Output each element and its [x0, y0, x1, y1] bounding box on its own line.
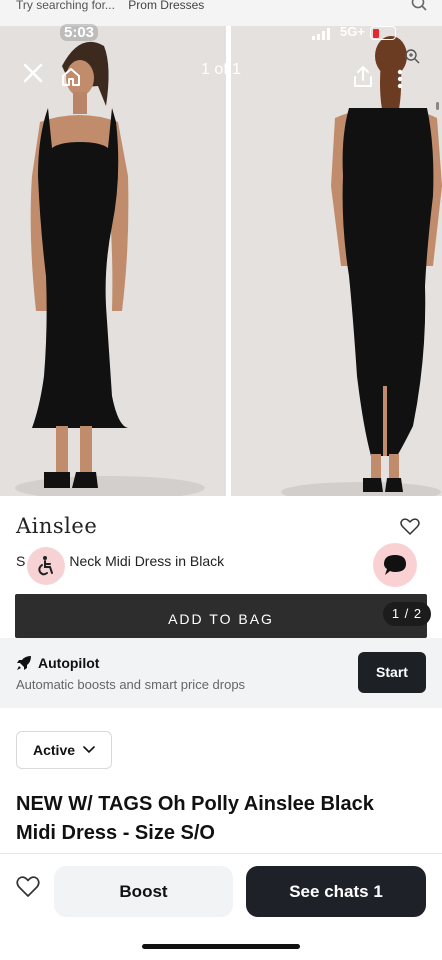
more-icon[interactable]	[396, 68, 404, 95]
zoom-icon[interactable]	[404, 48, 420, 69]
rocket-icon	[16, 655, 32, 676]
chat-button[interactable]	[373, 543, 417, 587]
autopilot-description: Automatic boosts and smart price drops	[16, 677, 246, 692]
favorite-heart-icon[interactable]	[400, 518, 420, 541]
search-placeholder-text: Try searching for...	[16, 0, 115, 12]
boost-button[interactable]: Boost	[54, 866, 233, 917]
autopilot-title: Autopilot	[38, 655, 100, 671]
scroll-indicator	[436, 102, 439, 110]
page-counter-text: 1 of 1	[200, 61, 242, 78]
search-placeholder[interactable]: Try searching for... Prom Dresses	[16, 0, 204, 12]
search-icon[interactable]	[410, 0, 428, 19]
chat-bubble-icon	[384, 555, 406, 575]
product-photo-back[interactable]	[231, 26, 442, 496]
subtitle-start: S	[16, 553, 26, 569]
brand-name: Ainslee	[16, 514, 98, 538]
share-icon[interactable]	[350, 64, 376, 90]
home-indicator	[142, 944, 300, 949]
product-photo-front[interactable]	[0, 26, 226, 496]
like-heart-icon[interactable]	[16, 876, 40, 903]
network-label: 5G+	[340, 24, 365, 39]
listing-status-label: Active	[33, 742, 76, 758]
divider	[0, 853, 442, 854]
search-suggestion: Prom Dresses	[128, 0, 205, 12]
signal-icon	[312, 27, 336, 45]
see-chats-button[interactable]: See chats 1	[246, 866, 426, 917]
listing-status-dropdown[interactable]: Active	[16, 731, 112, 769]
add-to-bag-button[interactable]: ADD TO BAG	[15, 594, 427, 638]
accessibility-icon	[38, 556, 53, 576]
battery-level	[373, 29, 379, 38]
accessibility-button[interactable]	[27, 547, 65, 585]
listing-title: NEW W/ TAGS Oh Polly Ainslee Black Midi …	[16, 793, 374, 844]
image-pager: 1 / 2	[383, 602, 431, 626]
chevron-down-icon	[83, 746, 95, 754]
autopilot-start-button[interactable]: Start	[358, 652, 426, 693]
subtitle-end: Neck Midi Dress in Black	[69, 553, 225, 569]
status-time: 5:03	[60, 24, 99, 41]
